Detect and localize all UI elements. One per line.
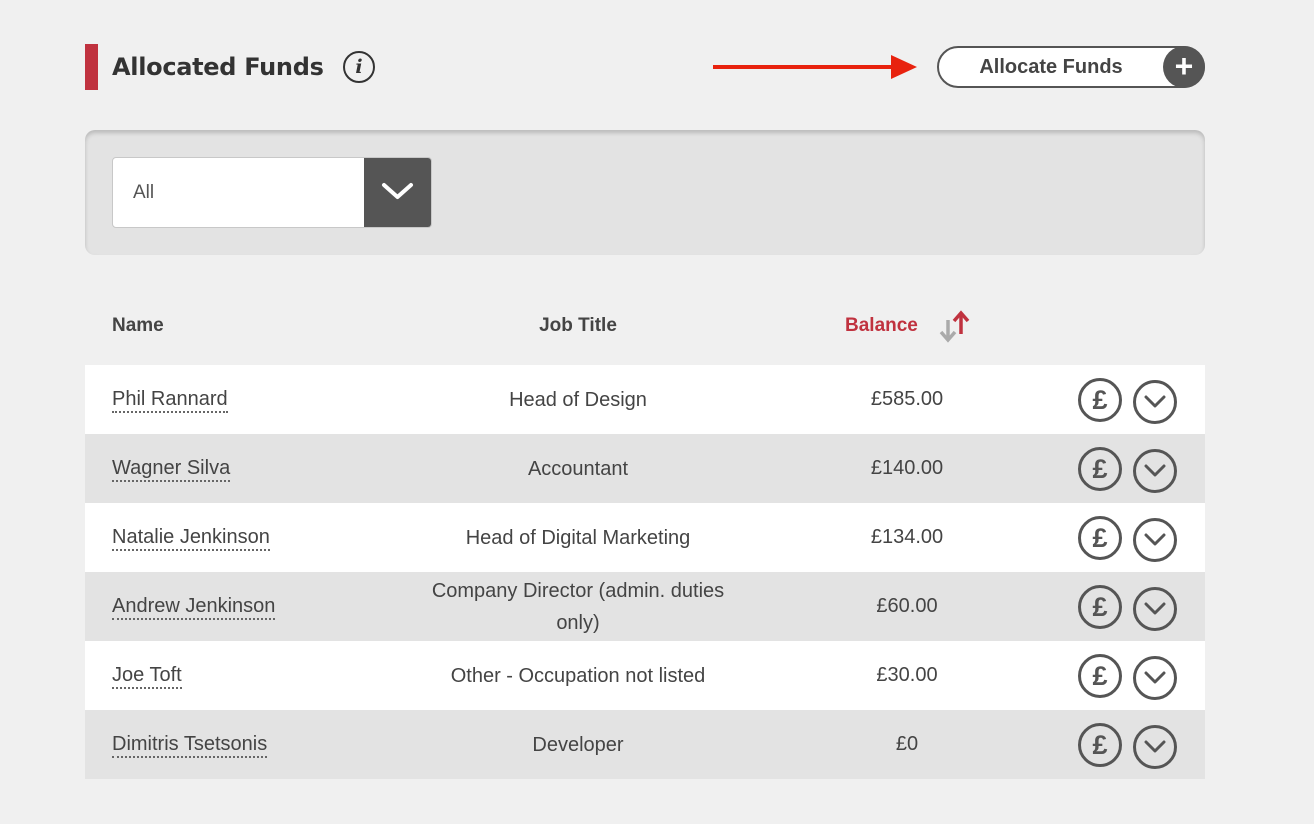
employee-name-link[interactable]: Natalie Jenkinson [112, 526, 270, 551]
table-row: Dimitris Tsetsonis Developer £0 £ [85, 710, 1205, 779]
job-title-cell: Other - Occupation not listed [450, 664, 706, 687]
balance-cell: £0 [895, 733, 919, 755]
chevron-down-icon [382, 183, 413, 199]
pound-icon[interactable]: £ [1078, 585, 1122, 629]
job-title-cell: Accountant [527, 457, 629, 480]
table-row: Andrew Jenkinson Company Director (admin.… [85, 572, 1205, 641]
table-row: Natalie Jenkinson Head of Digital Marketi… [85, 503, 1205, 572]
filter-select-value: All [133, 182, 155, 203]
info-icon[interactable]: i [343, 51, 375, 83]
pound-icon[interactable]: £ [1078, 516, 1122, 560]
balance-cell: £134.00 [870, 526, 944, 548]
employee-name-link[interactable]: Joe Toft [112, 664, 182, 689]
pound-icon[interactable]: £ [1078, 723, 1122, 767]
employee-name-cell: Joe Toft [112, 641, 182, 710]
employee-name-link[interactable]: Andrew Jenkinson [112, 595, 276, 620]
chevron-down-glyph [1144, 740, 1166, 753]
annotation-arrow [713, 55, 917, 79]
filter-dropdown-toggle[interactable] [364, 158, 431, 227]
chevron-down-glyph [1144, 464, 1166, 477]
chevron-down-glyph [1144, 602, 1166, 615]
job-title-cell: Head of Design [509, 388, 647, 411]
funds-table: Phil Rannard Head of Design £585.00 £ Wagner… [85, 365, 1205, 779]
employee-name-cell: Wagner Silva [112, 434, 231, 503]
employee-name-cell: Natalie Jenkinson [112, 503, 270, 572]
employee-name-cell: Andrew Jenkinson [112, 572, 276, 641]
plus-icon: + [1163, 46, 1205, 88]
filter-select[interactable]: All [112, 157, 432, 228]
chevron-down-icon[interactable] [1133, 587, 1177, 631]
table-row: Phil Rannard Head of Design £585.00 £ [85, 365, 1205, 434]
balance-cell: £60.00 [876, 595, 938, 617]
chevron-down-icon[interactable] [1133, 725, 1177, 769]
employee-name-link[interactable]: Phil Rannard [112, 388, 228, 413]
page-title: Allocated Funds [112, 53, 324, 81]
table-row: Wagner Silva Accountant £140.00 £ [85, 434, 1205, 503]
allocate-funds-button[interactable]: Allocate Funds + [937, 46, 1205, 88]
balance-cell: £30.00 [876, 664, 938, 686]
allocate-funds-label: Allocate Funds [979, 56, 1123, 78]
balance-cell: £585.00 [870, 388, 944, 410]
chevron-down-icon[interactable] [1133, 518, 1177, 562]
filter-panel: All [85, 130, 1205, 255]
column-header-balance[interactable]: Balance [845, 313, 918, 339]
chevron-down-glyph [1144, 533, 1166, 546]
chevron-down-icon[interactable] [1133, 656, 1177, 700]
sort-arrows-icon[interactable] [938, 310, 972, 344]
column-header-job-title[interactable]: Job Title [420, 313, 736, 339]
chevron-down-icon[interactable] [1133, 449, 1177, 493]
chevron-down-glyph [1144, 671, 1166, 684]
job-title-cell: Developer [532, 733, 624, 756]
pound-icon[interactable]: £ [1078, 447, 1122, 491]
job-title-cell: Company Director (admin. duties only) [431, 579, 725, 634]
employee-name-link[interactable]: Dimitris Tsetsonis [112, 733, 268, 758]
employee-name-cell: Dimitris Tsetsonis [112, 710, 268, 779]
column-header-name[interactable]: Name [112, 313, 164, 339]
pound-icon[interactable]: £ [1078, 654, 1122, 698]
job-title-cell: Head of Digital Marketing [465, 526, 691, 549]
balance-cell: £140.00 [870, 457, 944, 479]
employee-name-link[interactable]: Wagner Silva [112, 457, 231, 482]
table-row: Joe Toft Other - Occupation not listed £30… [85, 641, 1205, 710]
chevron-down-glyph [1144, 395, 1166, 408]
chevron-down-icon[interactable] [1133, 380, 1177, 424]
employee-name-cell: Phil Rannard [112, 365, 228, 434]
title-accent-bar [85, 44, 98, 90]
pound-icon[interactable]: £ [1078, 378, 1122, 422]
